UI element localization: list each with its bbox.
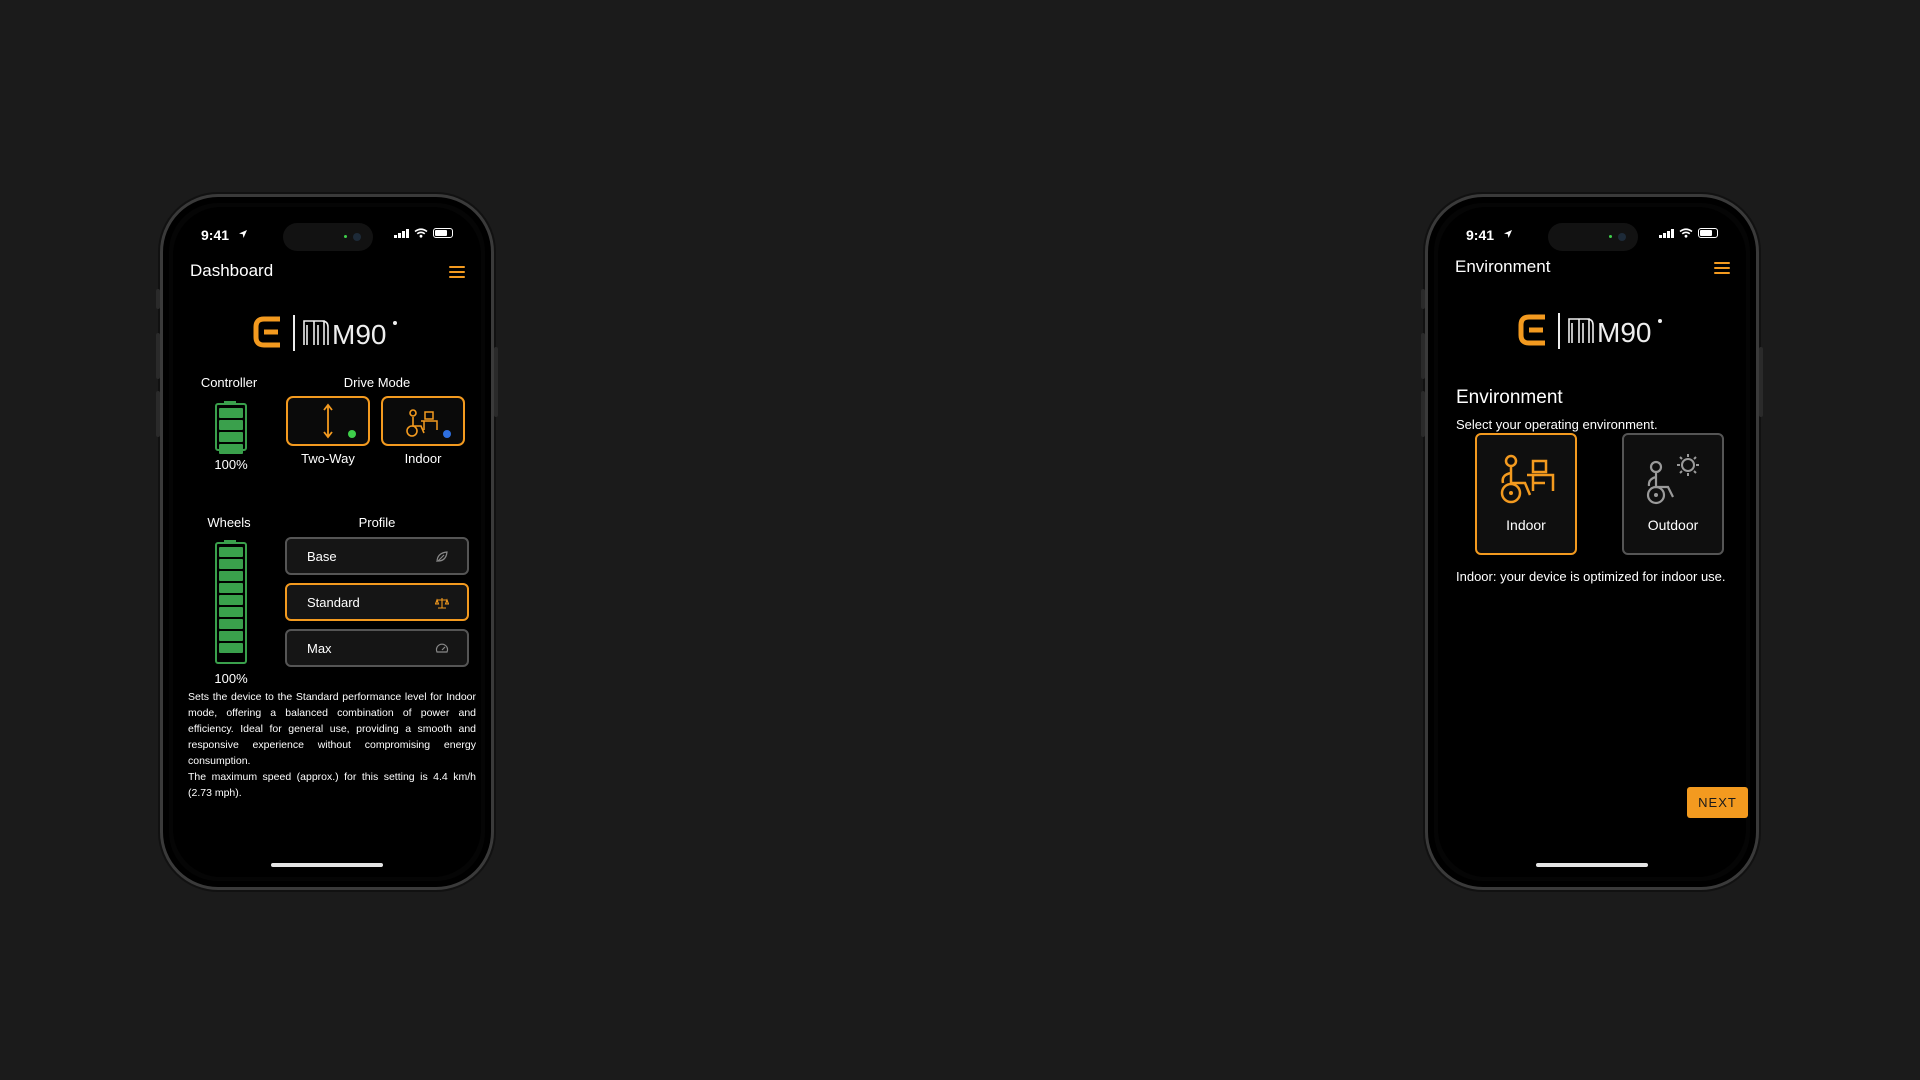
wheels-battery-gauge [215,542,247,664]
controller-battery-gauge [215,403,247,454]
mute-switch [1421,289,1425,309]
app-header: Environment [1438,253,1746,283]
dashboard-screen: 9:41 Dashboard M90 Controller 100% Drive… [173,207,481,877]
mute-switch [156,289,160,309]
drive-mode-indoor-label: Indoor [404,451,442,466]
wheels-label: Wheels [207,515,251,530]
hamburger-menu-icon[interactable] [449,266,465,278]
phone-battery-icon [433,228,453,238]
page-title: Environment [1455,257,1551,276]
mode-status-dot [443,430,451,438]
leaf-icon [436,551,448,563]
location-arrow-icon [239,230,247,238]
profile-standard-button[interactable]: Standard [285,583,469,621]
power-button [1759,347,1763,417]
outdoor-wheelchair-sun-icon [1646,454,1699,505]
drive-mode-indoor-button[interactable] [381,396,465,446]
profile-description: Sets the device to the Standard performa… [188,689,476,801]
two-way-arrow-icon [323,403,333,439]
wifi-icon [414,228,428,238]
balance-scale-icon [435,598,449,609]
controller-level: 100% [214,457,248,472]
page-title: Dashboard [190,261,274,280]
cellular-signal-icon [394,228,409,238]
section-subtitle: Select your operating environment. [1456,417,1658,432]
location-arrow-icon [1504,230,1512,238]
section-title: Environment [1456,387,1563,408]
environment-option-label: Outdoor [1647,517,1699,533]
home-indicator[interactable] [271,863,383,867]
volume-up-button [1421,333,1425,379]
logo-text: M90 [332,319,386,350]
indoor-wheelchair-icon [406,409,438,437]
profile-option-label: Base [307,549,337,564]
next-button[interactable]: NEXT [1687,787,1748,818]
drive-mode-label: Drive Mode [343,375,411,390]
environment-info-text: Indoor: your device is optimized for ind… [1456,569,1726,584]
brand-logo: M90 [173,311,481,360]
indoor-wheelchair-icon [1500,454,1555,504]
controller-label: Controller [200,375,258,390]
hamburger-menu-icon[interactable] [1714,262,1730,274]
status-time: 9:41 [201,227,230,243]
mode-status-dot [348,430,356,438]
profile-label: Profile [358,515,396,530]
drive-mode-two-way-button[interactable] [286,396,370,446]
power-button [494,347,498,417]
environment-indoor-option[interactable]: Indoor [1475,433,1577,555]
profile-option-label: Standard [307,595,360,610]
brand-logo: M90 [1438,309,1746,358]
cellular-signal-icon [1659,228,1674,238]
dynamic-island [1548,223,1638,251]
description-text: Sets the device to the Standard performa… [188,691,476,767]
environment-option-label: Indoor [1506,517,1546,533]
environment-screen: 9:41 Environment M90 Environment Select … [1438,207,1746,877]
volume-down-button [156,391,160,437]
speedometer-icon [435,643,449,653]
profile-base-button[interactable]: Base [285,537,469,575]
dynamic-island [283,223,373,251]
status-bar: 9:41 [173,223,481,251]
phone-battery-icon [1698,228,1718,238]
volume-down-button [1421,391,1425,437]
volume-up-button [156,333,160,379]
drive-mode-two-way-label: Two-Way [301,451,355,466]
wifi-icon [1679,228,1693,238]
max-speed-text: The maximum speed (approx.) for this set… [188,771,476,799]
environment-outdoor-option[interactable]: Outdoor [1622,433,1724,555]
status-bar: 9:41 [1438,223,1746,251]
profile-max-button[interactable]: Max [285,629,469,667]
status-time: 9:41 [1466,227,1495,243]
wheels-level: 100% [214,671,248,686]
logo-text: M90 [1597,317,1651,348]
app-header: Dashboard [173,257,481,287]
home-indicator[interactable] [1536,863,1648,867]
profile-option-label: Max [307,641,332,656]
phone-frame-dashboard: 9:41 Dashboard M90 Controller 100% Drive… [156,194,498,890]
phone-frame-environment: 9:41 Environment M90 Environment Select … [1421,194,1763,890]
